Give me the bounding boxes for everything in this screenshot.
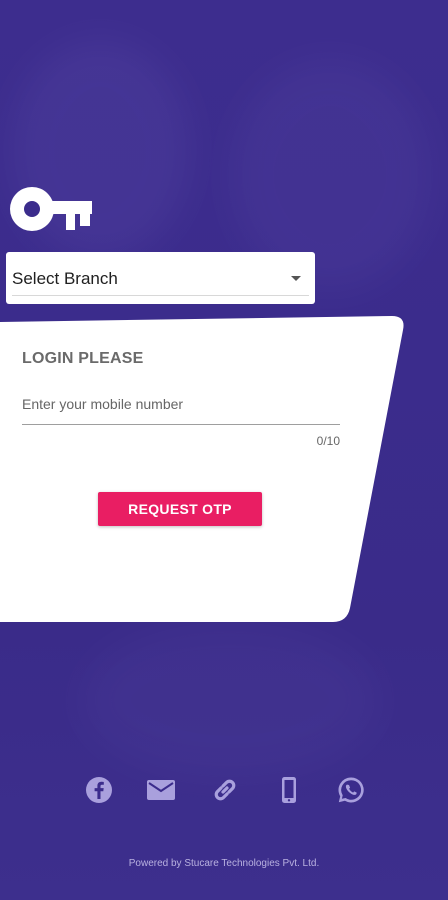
branch-select-value: Select Branch [12,269,118,288]
request-otp-button[interactable]: REQUEST OTP [98,492,262,526]
character-counter: 0/10 [316,434,340,448]
mobile-number-input[interactable] [22,384,340,424]
whatsapp-icon[interactable] [336,775,366,805]
login-screen: Select Branch LOGIN PLEASE 0/10 REQUEST … [0,0,448,900]
phone-icon[interactable] [274,775,304,805]
social-links [84,775,368,807]
input-underline [22,424,340,425]
select-underline [12,295,309,296]
key-icon [10,187,92,231]
facebook-icon[interactable] [84,775,114,805]
dropdown-arrow-icon [291,276,301,281]
footer-powered-by: Powered by Stucare Technologies Pvt. Ltd… [128,858,320,869]
login-title: LOGIN PLEASE [22,350,144,367]
branch-select[interactable]: Select Branch [6,252,315,304]
mail-icon[interactable] [146,775,176,805]
link-icon[interactable] [210,775,240,805]
background-photo-overlay [80,620,380,780]
